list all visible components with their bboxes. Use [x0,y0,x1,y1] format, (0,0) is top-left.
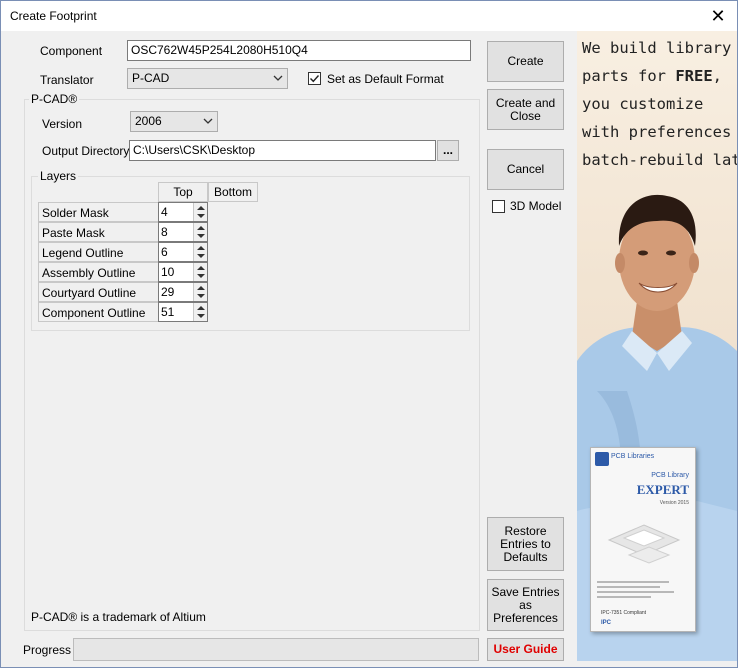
stepper-arrows-icon[interactable] [193,303,207,321]
layer-row-label: Courtyard Outline [38,282,159,302]
translator-value: P-CAD [132,71,170,85]
layer-row-label: Assembly Outline [38,262,159,282]
ad-line-2c: , [712,67,722,85]
layer-top-value: 6 [161,245,168,259]
3d-model-checkbox[interactable] [492,200,505,213]
column-header-bottom: Bottom [208,182,258,202]
layer-top-stepper[interactable]: 29 [158,282,208,302]
layer-top-stepper[interactable]: 10 [158,262,208,282]
layer-top-value: 8 [161,225,168,239]
layer-top-stepper[interactable]: 51 [158,302,208,322]
layer-row-label: Legend Outline [38,242,159,262]
component-input[interactable]: OSC762W45P254L2080H510Q4 [127,40,471,61]
box-brand: PCB Libraries [611,453,655,460]
box-product: PCB Library [651,472,689,479]
chevron-down-icon [273,75,283,81]
restore-label-line3: Defaults [503,549,548,564]
output-directory-input[interactable]: C:\Users\CSK\Desktop [129,140,436,161]
ad-line-1: We build library [582,39,732,57]
box-bullets [597,578,687,608]
restore-defaults-button[interactable]: Restore Entries to Defaults [487,517,564,571]
stepper-arrows-icon[interactable] [193,263,207,281]
ad-line-4: with preferences & [582,123,737,141]
output-directory-label: Output Directory [42,144,130,158]
chevron-down-icon [203,118,213,124]
create-and-close-label-line1: Create and [495,95,556,110]
stepper-arrows-icon[interactable] [193,283,207,301]
layer-top-value: 29 [161,285,175,299]
stepper-arrows-icon[interactable] [193,223,207,241]
translator-label: Translator [40,73,94,87]
save-label-line1: Save Entries [491,584,560,599]
create-and-close-button[interactable]: Create and Close [487,89,564,130]
layer-top-stepper[interactable]: 4 [158,202,208,222]
title-bar: Create Footprint ✕ [1,1,737,31]
box-edition: EXPERT [636,482,689,497]
restore-label-line1: Restore [504,523,547,538]
box-ipc: IPC [601,620,612,626]
close-icon[interactable]: ✕ [707,5,729,27]
ad-line-3: you customize [582,95,704,113]
restore-label-line2: Entries to [500,536,551,551]
version-value: 2006 [135,114,162,128]
advertisement-headline: We build library parts for FREE, you cus… [582,34,737,174]
save-preferences-button[interactable]: Save Entries as Preferences [487,579,564,631]
create-button[interactable]: Create [487,41,564,82]
version-label: Version [42,117,83,131]
default-format-checkbox[interactable] [308,72,321,85]
component-label: Component [40,44,103,58]
layer-row-label: Paste Mask [38,222,159,242]
layer-top-value: 51 [161,305,175,319]
browse-button[interactable]: ... [437,140,459,161]
layer-row-label: Component Outline [38,302,159,322]
stepper-arrows-icon[interactable] [193,203,207,221]
save-label-line3: Preferences [493,610,558,625]
box-compliant: IPC-7351 Compliant [601,610,647,616]
trademark-text: P-CAD® is a trademark of Altium [31,610,206,624]
save-label-line2: as [519,597,532,612]
box-version: Version 2015 [659,500,689,506]
ad-line-2b: FREE [675,67,713,85]
create-and-close-label-line2: Close [510,108,541,123]
layer-top-stepper[interactable]: 8 [158,222,208,242]
column-header-top: Top [158,182,208,202]
pcad-group-label: P-CAD® [29,92,80,106]
stepper-arrows-icon[interactable] [193,243,207,261]
ad-line-5: batch-rebuild later! [582,151,737,169]
cancel-button[interactable]: Cancel [487,149,564,190]
create-footprint-window: Create Footprint ✕ Component OSC762W45P2… [0,0,738,668]
layer-top-stepper[interactable]: 6 [158,242,208,262]
window-title: Create Footprint [10,9,97,23]
3d-model-label: 3D Model [510,199,562,213]
translator-select[interactable]: P-CAD [127,68,288,89]
version-select[interactable]: 2006 [130,111,218,132]
layer-row-label: Solder Mask [38,202,159,222]
advertisement-panel[interactable]: We build library parts for FREE, you cus… [577,31,737,661]
chip-graphic-icon [607,524,681,564]
progress-bar [73,638,479,661]
ad-line-2a: parts for [582,67,676,85]
progress-label: Progress [23,643,72,657]
checkmark-icon [310,75,320,83]
user-guide-button[interactable]: User Guide [487,638,564,661]
layer-top-value: 4 [161,205,168,219]
default-format-label: Set as Default Format [327,72,444,86]
layer-top-value: 10 [161,265,175,279]
pcb-libraries-logo-icon [595,452,609,466]
layers-group-label: Layers [38,169,79,183]
product-box-image: PCB Libraries PCB Library EXPERT Version… [590,447,696,632]
